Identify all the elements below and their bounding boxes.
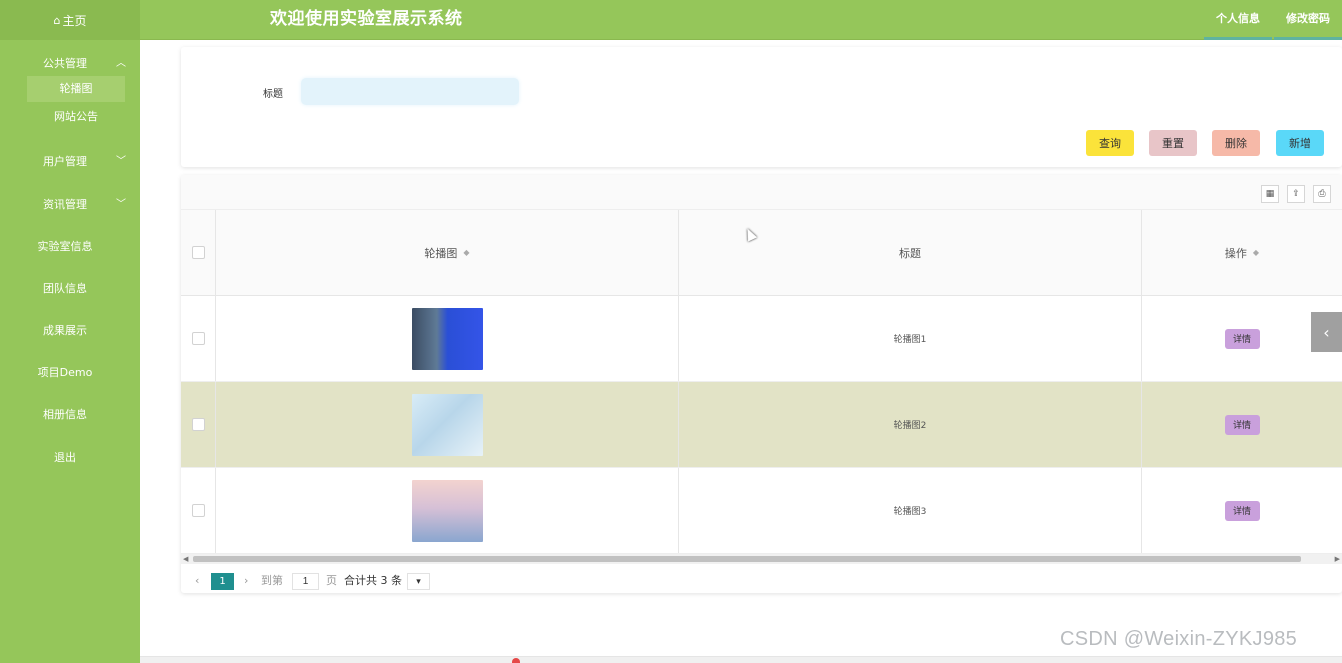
- carousel-thumbnail[interactable]: [411, 393, 483, 456]
- sidebar-item-team-info[interactable]: 团队信息: [0, 278, 130, 300]
- select-all-cell: [181, 210, 216, 295]
- column-header-label: 轮播图: [424, 246, 458, 260]
- row-checkbox[interactable]: [191, 504, 205, 517]
- row-image-cell: [216, 468, 679, 553]
- row-checkbox[interactable]: [191, 418, 205, 431]
- app-title: 欢迎使用实验室展示系统: [270, 9, 463, 29]
- page-1-button[interactable]: 1: [211, 573, 234, 590]
- table-row[interactable]: 轮播图2 详情: [181, 382, 1342, 468]
- detail-button[interactable]: 详情: [1224, 328, 1260, 349]
- chevron-down-icon: ﹀: [116, 156, 126, 167]
- sidebar: 公共管理 ︿ 轮播图 网站公告 用户管理 ﹀ 资讯管理 ﹀ 实验室信息 团队信息…: [0, 40, 140, 663]
- scroll-left-icon[interactable]: ◀: [183, 554, 188, 564]
- page-unit-label: 页: [326, 574, 337, 587]
- detail-button[interactable]: 详情: [1224, 414, 1260, 435]
- row-title: 轮播图1: [679, 296, 1142, 381]
- home-icon: ⌂: [53, 13, 61, 27]
- sidebar-group-label: 用户管理: [43, 155, 87, 168]
- sidebar-group-users[interactable]: 用户管理 ﹀: [0, 151, 140, 173]
- add-button[interactable]: 新增: [1276, 130, 1324, 156]
- sidebar-group-label: 公共管理: [43, 57, 87, 70]
- sort-icon[interactable]: ◆: [463, 248, 469, 257]
- table-row[interactable]: 轮播图1 详情: [181, 296, 1342, 382]
- bottom-edge: [140, 656, 1342, 663]
- row-image-cell: [216, 296, 679, 381]
- goto-label: 到第: [261, 574, 283, 587]
- carousel-thumbnail[interactable]: [411, 307, 483, 370]
- prev-page-icon[interactable]: ‹: [195, 573, 199, 589]
- row-action-cell: 详情: [1142, 468, 1342, 553]
- sidebar-item-album[interactable]: 相册信息: [0, 404, 130, 426]
- sidebar-item-project-demo[interactable]: 项目Demo: [0, 362, 130, 384]
- horizontal-scrollbar[interactable]: ◀ ▶: [181, 554, 1342, 564]
- row-checkbox-cell: [181, 468, 216, 553]
- chevron-left-icon: ‹: [1323, 322, 1330, 342]
- row-action-cell: 详情: [1142, 382, 1342, 467]
- top-header: ⌂ 主页 欢迎使用实验室展示系统 个人信息 修改密码: [0, 0, 1342, 40]
- table-row[interactable]: 轮播图3 详情: [181, 468, 1342, 554]
- title-search-input[interactable]: [301, 78, 519, 105]
- sidebar-group-news[interactable]: 资讯管理 ﹀: [0, 194, 140, 216]
- home-label: 主页: [62, 13, 87, 28]
- sidebar-item-carousel[interactable]: 轮播图: [27, 76, 125, 102]
- table-header: 轮播图 ◆ 标题 操作 ◆: [181, 210, 1342, 296]
- column-header-label: 标题: [899, 246, 921, 260]
- detail-button[interactable]: 详情: [1224, 500, 1260, 521]
- tab-profile[interactable]: 个人信息: [1204, 0, 1272, 40]
- goto-page-input[interactable]: [292, 573, 319, 590]
- next-page-icon[interactable]: ›: [244, 573, 248, 589]
- row-checkbox-cell: [181, 382, 216, 467]
- chevron-down-icon: ▾: [416, 576, 421, 587]
- row-checkbox[interactable]: [191, 332, 205, 345]
- sidebar-item-lab-info[interactable]: 实验室信息: [0, 236, 130, 258]
- scroll-right-icon[interactable]: ▶: [1335, 554, 1340, 564]
- watermark: CSDN @Weixin-ZYKJ985: [1060, 628, 1298, 650]
- sidebar-item-logout[interactable]: 退出: [0, 447, 130, 469]
- scrollbar-thumb[interactable]: [193, 556, 1301, 562]
- collapse-panel-button[interactable]: ‹: [1311, 312, 1342, 352]
- column-header-image[interactable]: 轮播图 ◆: [216, 210, 679, 295]
- search-panel: 标题 查询 重置 删除 新增: [181, 47, 1342, 167]
- column-header-action[interactable]: 操作 ◆: [1142, 210, 1342, 295]
- title-search-label: 标题: [263, 89, 283, 100]
- row-image-cell: [216, 382, 679, 467]
- sidebar-item-announcement[interactable]: 网站公告: [27, 104, 125, 130]
- column-header-label: 操作: [1224, 246, 1247, 260]
- table-toolbar: ▦ ⇪ ⎙: [181, 175, 1342, 210]
- chevron-up-icon: ︿: [116, 58, 126, 69]
- sidebar-item-achievements[interactable]: 成果展示: [0, 320, 130, 342]
- sidebar-group-public[interactable]: 公共管理 ︿: [0, 53, 140, 75]
- data-table: ▦ ⇪ ⎙ 轮播图 ◆ 标题 操作 ◆ 轮播图1 详情 轮播图2 详情 轮播图3…: [181, 175, 1342, 593]
- select-all-checkbox[interactable]: [191, 246, 205, 259]
- chevron-down-icon: ﹀: [116, 199, 126, 210]
- home-link[interactable]: ⌂ 主页: [0, 0, 140, 40]
- pagination: ‹ 1 › 到第 页 合计共 3 条 ▾: [181, 571, 781, 591]
- row-title: 轮播图3: [679, 468, 1142, 553]
- tab-change-password[interactable]: 修改密码: [1274, 0, 1342, 40]
- sort-icon[interactable]: ◆: [1253, 248, 1259, 257]
- carousel-thumbnail[interactable]: [411, 479, 483, 542]
- row-title: 轮播图2: [679, 382, 1142, 467]
- print-icon[interactable]: ⎙: [1313, 185, 1331, 203]
- indicator-dot: [512, 658, 520, 663]
- columns-filter-icon[interactable]: ▦: [1261, 185, 1279, 203]
- column-header-title: 标题: [679, 210, 1142, 295]
- top-nav: 个人信息 修改密码: [1204, 0, 1342, 40]
- total-count: 合计共 3 条: [344, 574, 402, 587]
- export-icon[interactable]: ⇪: [1287, 185, 1305, 203]
- sidebar-group-label: 资讯管理: [43, 198, 87, 211]
- page-size-select[interactable]: ▾: [407, 573, 430, 590]
- row-checkbox-cell: [181, 296, 216, 381]
- delete-button[interactable]: 删除: [1212, 130, 1260, 156]
- query-button[interactable]: 查询: [1086, 130, 1134, 156]
- reset-button[interactable]: 重置: [1149, 130, 1197, 156]
